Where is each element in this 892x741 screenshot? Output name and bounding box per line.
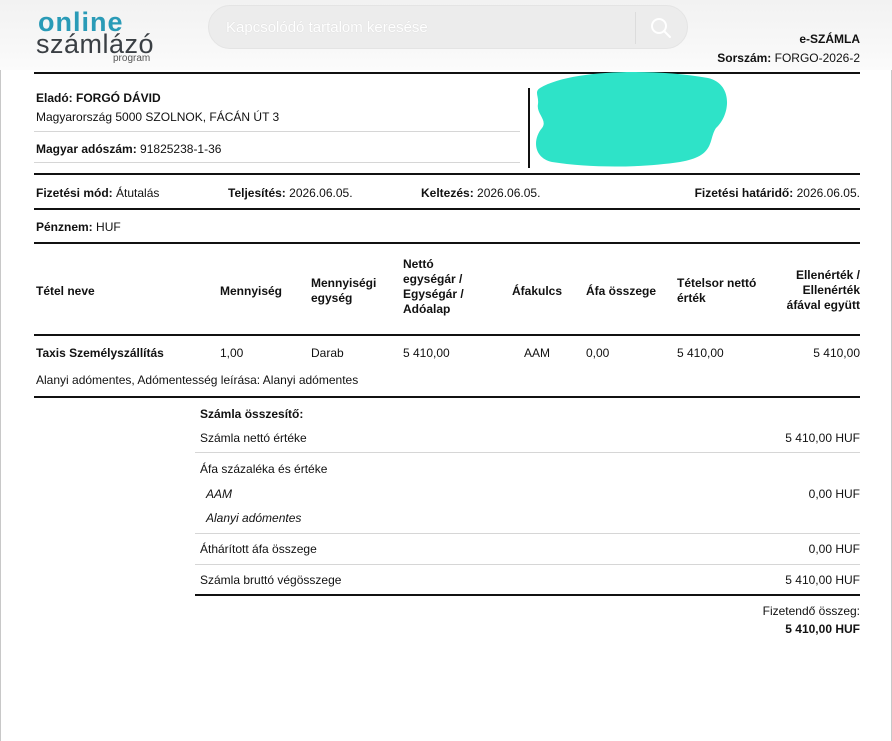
header-quantity: Mennyiség: [220, 284, 283, 298]
divider: [34, 131, 520, 132]
header-net-unit-price: Nettó egységár / Egységár / Adóalap: [403, 257, 464, 317]
header-unit-line: Mennyiségi: [311, 276, 377, 290]
summary-vat-note: Alanyi adómentes: [206, 511, 302, 525]
row-exemption-note: Alanyi adómentes, Adómentesség leírása: …: [36, 373, 359, 387]
summary-gross-label: Számla bruttó végösszege: [200, 573, 342, 587]
payable-label: Fizetendő összeg:: [762, 604, 860, 618]
divider: [195, 533, 860, 534]
row-net-line-value: 5 410,00: [677, 346, 724, 360]
search-input[interactable]: Kapcsolódó tartalom keresése: [226, 19, 428, 36]
divider: [34, 242, 860, 244]
header-net-unit-line: egységár /: [403, 272, 463, 286]
payment-method: Fizetési mód: Átutalás: [36, 186, 159, 200]
tax-label: Magyar adószám:: [36, 142, 137, 156]
divider: [34, 208, 860, 210]
issue-label: Keltezés:: [421, 186, 474, 200]
header-gross-line: áfával együtt: [786, 298, 860, 312]
header-net-line-line: Tételsor nettó: [677, 276, 757, 290]
serial-value: FORGO-2026-2: [774, 51, 860, 65]
seller-tax-line: Magyar adószám: 91825238-1-36: [36, 142, 221, 156]
currency-value: HUF: [96, 220, 121, 234]
header-item-name: Tétel neve: [36, 284, 95, 298]
row-unit: Darab: [311, 346, 344, 360]
serial-number: Sorszám: FORGO-2026-2: [717, 51, 860, 65]
payable-value: 5 410,00 HUF: [785, 622, 860, 636]
document-type: e-SZÁMLA: [799, 32, 860, 46]
issue-date: Keltezés: 2026.06.05.: [421, 186, 540, 200]
seller-address: Magyarország 5000 SZOLNOK, FÁCÁN ÚT 3: [36, 110, 280, 124]
divider: [34, 162, 520, 163]
row-vat-amount: 0,00: [586, 346, 610, 360]
header-net-unit-line: Adóalap: [403, 302, 451, 316]
summary-net-value: 5 410,00 HUF: [785, 431, 860, 445]
seller-name: FORGÓ DÁVID: [76, 91, 161, 105]
divider: [195, 452, 860, 453]
summary-vat-value: 0,00 HUF: [808, 487, 860, 501]
header-vat-rate: Áfakulcs: [512, 284, 563, 298]
divider: [34, 334, 860, 336]
logo-line-3: program: [113, 53, 151, 64]
row-gross-value: 5 410,00: [813, 346, 860, 360]
header-vat-amount: Áfa összege: [586, 284, 657, 298]
divider: [195, 594, 860, 596]
header-gross-line: Ellenérték: [802, 283, 860, 297]
payment-label: Fizetési mód:: [36, 186, 113, 200]
tax-value: 91825238-1-36: [140, 142, 222, 156]
search-bar[interactable]: Kapcsolódó tartalom keresése: [208, 5, 688, 49]
row-quantity: 1,00: [220, 346, 244, 360]
summary-net-label: Számla nettó értéke: [200, 431, 307, 445]
issue-value: 2026.06.05.: [477, 186, 541, 200]
header-unit-line: egység: [311, 291, 353, 305]
payment-value: Átutalás: [116, 186, 160, 200]
header-net-unit-line: Nettó: [403, 257, 434, 271]
divider: [195, 564, 860, 565]
summary-vat-label: Áfa százaléka és értéke: [200, 462, 328, 476]
row-net-unit-price: 5 410,00: [403, 346, 450, 360]
summary-gross-value: 5 410,00 HUF: [785, 573, 860, 587]
summary-title: Számla összesítő:: [200, 407, 304, 421]
divider: [34, 396, 860, 398]
top-bar: online számlázó program Kapcsolódó tarta…: [0, 0, 892, 70]
seller-name-line: Eladó: FORGÓ DÁVID: [36, 91, 161, 105]
row-item-name: Taxis Személyszállítás: [36, 346, 164, 360]
divider: [34, 173, 860, 175]
redaction-mark: [536, 72, 728, 167]
row-vat-rate: AAM: [524, 346, 551, 360]
seller-label: Eladó:: [36, 91, 73, 105]
header-net-unit-line: Egységár /: [403, 287, 464, 301]
serial-label: Sorszám:: [717, 51, 772, 65]
due-value: 2026.06.05.: [796, 186, 860, 200]
summary-transferred-label: Áthárított áfa összege: [200, 542, 317, 556]
fulfilment-label: Teljesítés:: [228, 186, 286, 200]
divider: [34, 72, 860, 74]
header-gross-value: Ellenérték / Ellenérték áfával együtt: [787, 268, 860, 313]
due-date: Fizetési határidő: 2026.06.05.: [695, 186, 860, 200]
fulfilment-date: Teljesítés: 2026.06.05.: [228, 186, 353, 200]
search-icon[interactable]: [649, 16, 673, 40]
header-gross-line: Ellenérték /: [795, 268, 860, 282]
header-net-line-line: érték: [677, 291, 706, 305]
fulfilment-value: 2026.06.05.: [289, 186, 353, 200]
logo[interactable]: online számlázó program: [36, 8, 166, 64]
summary-vat-code: AAM: [206, 487, 233, 501]
currency: Pénznem: HUF: [36, 220, 121, 234]
header-net-line-value: Tételsor nettó érték: [677, 276, 756, 306]
currency-label: Pénznem:: [36, 220, 93, 234]
header-unit: Mennyiségi egység: [311, 276, 376, 306]
search-divider: [635, 12, 636, 44]
due-label: Fizetési határidő:: [694, 186, 794, 200]
summary-transferred-value: 0,00 HUF: [808, 542, 860, 556]
